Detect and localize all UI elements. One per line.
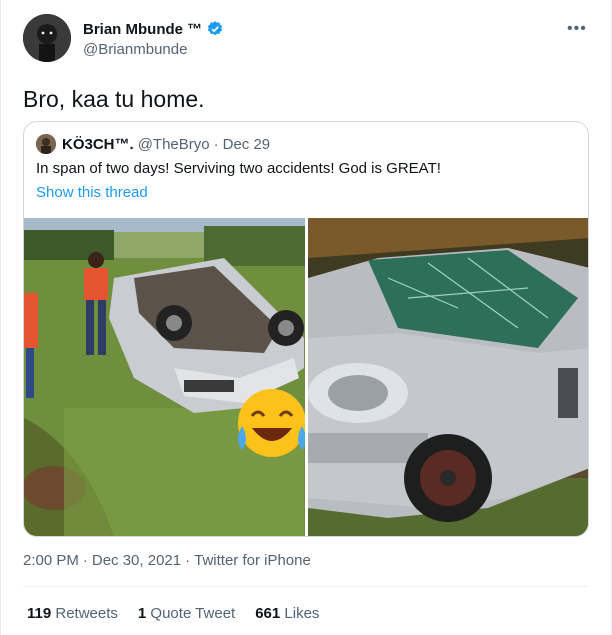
quote-tweets-stat[interactable]: 1 Quote Tweet [138, 605, 235, 622]
tweet-text: Bro, kaa tu home. [23, 86, 205, 112]
quoted-header: KÖ3CH™. @TheBryo · Dec 29 [62, 136, 270, 153]
tweet-card: Brian Mbunde ™ @Brianmbunde ••• Bro, kaa… [0, 0, 612, 635]
quote-tweets-count: 1 [137, 605, 147, 622]
divider [23, 586, 589, 587]
quoted-tweet[interactable]: KÖ3CH™. @TheBryo · Dec 29 In span of two… [23, 121, 589, 537]
retweets-stat[interactable]: 119 Retweets [27, 605, 118, 622]
quoted-text: In span of two days! Serviving two accid… [36, 160, 441, 177]
author-avatar[interactable] [23, 14, 71, 62]
quoted-separator: · [213, 136, 219, 153]
tweet-time[interactable]: 2:00 PM [23, 552, 79, 569]
tweet-date[interactable]: Dec 30, 2021 [92, 552, 181, 569]
meta-separator: · [185, 552, 191, 569]
show-thread-link[interactable]: Show this thread [36, 184, 148, 201]
retweets-count: 119 [27, 605, 52, 622]
meta-separator: · [82, 552, 88, 569]
likes-count: 661 [255, 605, 281, 622]
verified-badge-icon [208, 21, 223, 36]
author-name-row[interactable]: Brian Mbunde ™ [83, 20, 224, 38]
quote-tweets-label: Quote Tweet [150, 605, 236, 622]
damaged-car-photo[interactable] [308, 218, 588, 536]
retweets-label: Retweets [55, 605, 118, 622]
tweet-stats: 119 Retweets 1 Quote Tweet 661 Likes [27, 605, 319, 622]
quoted-date: Dec 29 [222, 136, 271, 153]
author-name[interactable]: Brian Mbunde ™ [83, 21, 202, 38]
tweet-meta: 2:00 PM · Dec 30, 2021 · Twitter for iPh… [23, 552, 311, 569]
tweet-source[interactable]: Twitter for iPhone [194, 552, 311, 569]
more-options-icon[interactable]: ••• [567, 20, 587, 38]
overturned-car-photo[interactable] [24, 218, 305, 536]
quoted-author-avatar [36, 134, 56, 154]
quoted-author-handle: @TheBryo [137, 136, 210, 153]
author-handle[interactable]: @Brianmbunde [83, 41, 187, 58]
quoted-author-name: KÖ3CH™. [62, 136, 134, 153]
likes-label: Likes [284, 605, 320, 622]
likes-stat[interactable]: 661 Likes [255, 605, 319, 622]
